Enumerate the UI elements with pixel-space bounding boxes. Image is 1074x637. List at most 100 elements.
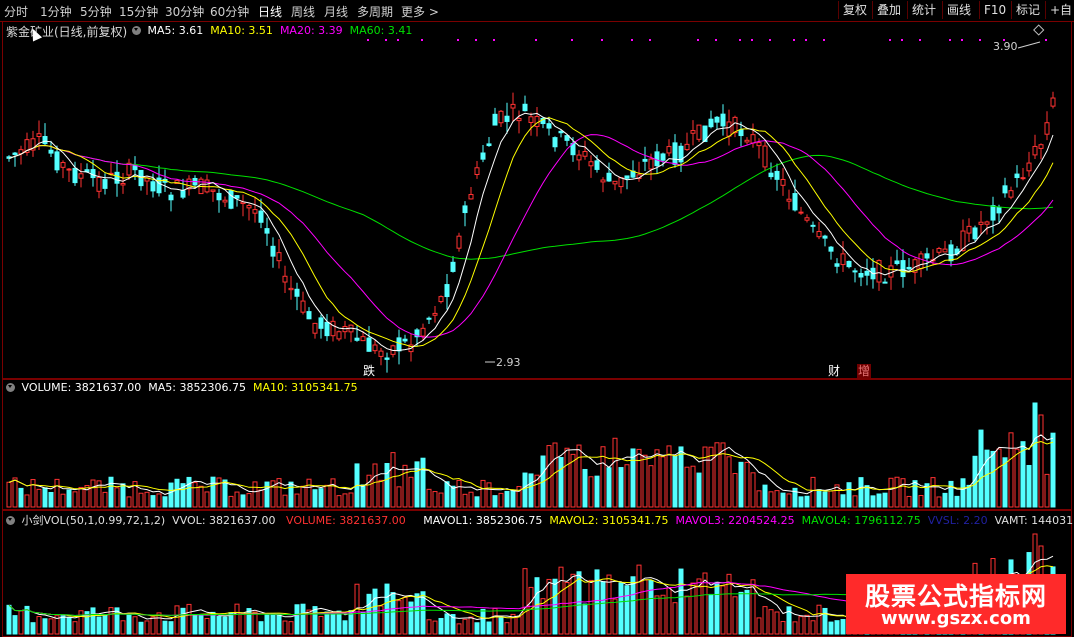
candle-body: [714, 116, 720, 123]
tab-15min[interactable]: 15分钟: [119, 3, 158, 20]
volume-bar: [588, 579, 594, 635]
volume-bar: [744, 589, 750, 635]
volume-bar: [1002, 457, 1008, 508]
volume-bar: [192, 614, 198, 635]
volume-bar: [150, 616, 156, 635]
volume-bar: [390, 592, 396, 635]
candle-body: [696, 124, 702, 140]
candle-body: [750, 134, 756, 144]
candle-body: [150, 181, 156, 192]
candle-body: [42, 136, 48, 145]
volume-bar: [48, 491, 54, 508]
volume-bar: [648, 465, 654, 508]
volume-bar: [366, 593, 372, 635]
volume-bar: [618, 467, 624, 508]
signal-dot: [751, 39, 753, 41]
volume-bar: [318, 488, 324, 508]
candle-body: [594, 160, 600, 170]
diamond-icon[interactable]: [1033, 24, 1045, 36]
volume-bar: [468, 616, 474, 635]
candle-body: [828, 246, 834, 252]
volume-dropdown-icon[interactable]: [6, 382, 15, 392]
statistics-button[interactable]: 统计: [907, 1, 940, 19]
candle-body: [12, 152, 18, 155]
candle-body: [78, 173, 84, 179]
volume-bar: [762, 606, 768, 635]
candle-body: [990, 205, 996, 221]
signal-dot: [769, 39, 771, 41]
volume-bar: [402, 464, 408, 508]
volume-bar: [198, 615, 204, 635]
volume-bar: [810, 476, 816, 508]
indicator2-dropdown-icon[interactable]: [6, 515, 15, 525]
ma10-line: [8, 117, 1054, 348]
candle-body: [180, 190, 186, 198]
volume-bar: [36, 488, 42, 508]
volume-bar: [30, 479, 36, 508]
event-marker-drop[interactable]: 跌: [363, 363, 375, 378]
volume-bar: [288, 621, 294, 635]
volume-bar: [90, 607, 96, 635]
event-marker-finance[interactable]: 财: [828, 364, 840, 378]
candle-body: [936, 248, 942, 253]
volume-bar: [834, 620, 840, 635]
tab-daily[interactable]: 日线: [258, 3, 282, 20]
candle-body: [396, 337, 402, 352]
volume-bar: [450, 485, 456, 508]
volume-bar: [240, 613, 246, 635]
tab-60min[interactable]: 60分钟: [210, 3, 249, 20]
candle-body: [738, 129, 744, 137]
volume-legend: VOLUME: 3821637.00 MA5: 3852306.75 MA10:…: [6, 381, 358, 394]
custom-add-button[interactable]: +自: [1045, 1, 1074, 19]
volume-bar: [660, 456, 666, 508]
candlestick-chart[interactable]: 3.90 2.93 跌 财 增: [3, 22, 1071, 378]
volume-bar: [738, 591, 744, 635]
signal-dot: [805, 39, 807, 41]
signal-dot: [739, 39, 741, 41]
tab-more[interactable]: 更多 >: [401, 3, 439, 20]
volume-bar: [804, 614, 810, 635]
mark-button[interactable]: 标记: [1011, 1, 1044, 19]
volume-bar: [282, 494, 288, 508]
volume-bar: [522, 568, 528, 635]
volume-bar: [864, 485, 870, 508]
tab-monthly[interactable]: 月线: [324, 3, 348, 20]
volume-bar: [426, 488, 432, 508]
high-pointer: [1017, 41, 1041, 49]
volume-bar: [384, 463, 390, 508]
tab-timeshare[interactable]: 分时: [4, 3, 28, 20]
volume-bar: [918, 495, 924, 508]
volume-chart[interactable]: [3, 395, 1071, 509]
candle-body: [576, 154, 582, 161]
volume-bar: [210, 476, 216, 508]
candle-body: [264, 228, 270, 234]
candle-body: [1050, 97, 1056, 107]
volume-bar: [552, 442, 558, 508]
tab-multi-period[interactable]: 多周期: [357, 3, 393, 20]
volume-bar: [528, 586, 534, 635]
candle-body: [444, 284, 450, 298]
volume-bar: [6, 481, 12, 508]
candle-body: [234, 195, 240, 199]
overlay-button[interactable]: 叠加: [872, 1, 905, 19]
candle-body: [894, 260, 900, 265]
draw-line-button[interactable]: 画线: [942, 1, 975, 19]
candle-body: [618, 177, 624, 188]
restore-rights-button[interactable]: 复权: [838, 1, 871, 19]
volume-bar: [900, 478, 906, 508]
volume-bar: [12, 477, 18, 508]
tab-weekly[interactable]: 周线: [291, 3, 315, 20]
candle-body: [486, 143, 492, 147]
tab-30min[interactable]: 30分钟: [165, 3, 204, 20]
candle-body: [462, 205, 468, 214]
tab-1min[interactable]: 1分钟: [40, 3, 72, 20]
volume-bar: [726, 456, 732, 508]
candle-body: [1032, 145, 1038, 156]
ma20-line: [8, 134, 1054, 338]
volume-bar: [402, 596, 408, 635]
f10-button[interactable]: F10: [979, 1, 1010, 19]
candle-body: [378, 350, 384, 357]
signal-dot: [601, 39, 603, 41]
volume-bar: [816, 489, 822, 508]
tab-5min[interactable]: 5分钟: [80, 3, 112, 20]
